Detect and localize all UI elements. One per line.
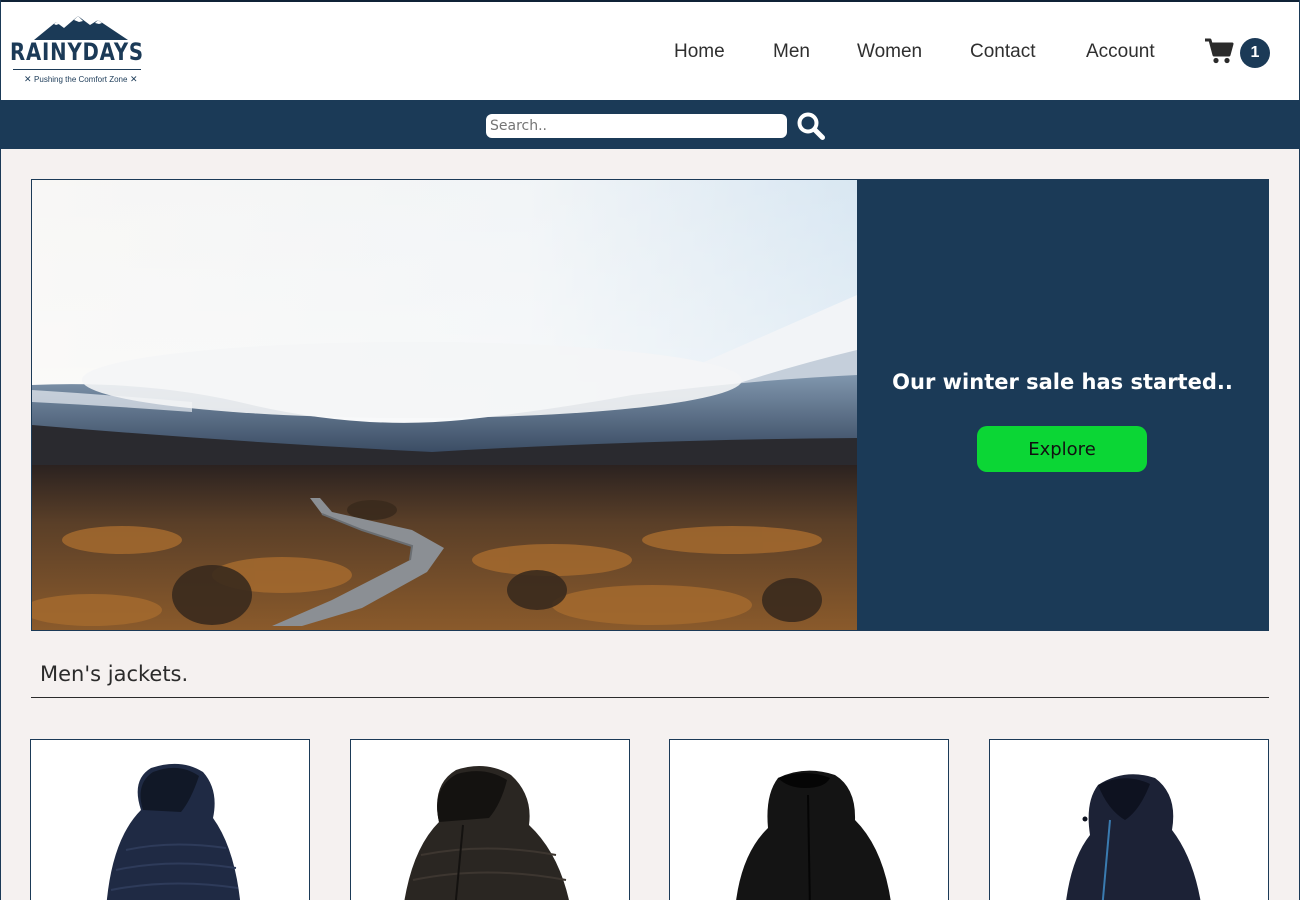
cart-count-badge: 1 bbox=[1240, 38, 1270, 68]
brand-name: RAINYDAYS bbox=[10, 38, 144, 66]
nav-account[interactable]: Account bbox=[1086, 41, 1155, 63]
product-grid bbox=[0, 739, 1300, 900]
product-card[interactable] bbox=[989, 739, 1269, 900]
jacket-image bbox=[404, 766, 569, 900]
jacket-image bbox=[1066, 774, 1201, 900]
search-input[interactable] bbox=[486, 114, 787, 138]
hero-title: Our winter sale has started.. bbox=[892, 370, 1233, 394]
x-mark-icon: ✕ bbox=[127, 74, 138, 84]
section-title: Men's jackets. bbox=[40, 662, 189, 686]
brand-tagline: ✕ Pushing the Comfort Zone ✕ bbox=[24, 74, 137, 85]
jacket-image bbox=[736, 770, 891, 900]
section-divider bbox=[31, 697, 1269, 698]
jacket-image bbox=[106, 763, 240, 900]
cart-button[interactable]: 1 bbox=[1204, 37, 1274, 71]
product-card[interactable] bbox=[350, 739, 630, 900]
hero-image bbox=[32, 180, 857, 630]
nav-home[interactable]: Home bbox=[674, 41, 725, 63]
logo-divider bbox=[13, 69, 141, 70]
mountain-logo-icon bbox=[34, 16, 128, 40]
magnifier-icon[interactable] bbox=[796, 111, 826, 141]
shopping-cart-icon bbox=[1205, 38, 1234, 64]
explore-button[interactable]: Explore bbox=[977, 426, 1147, 472]
site-header: RAINYDAYS ✕ Pushing the Comfort Zone ✕ H… bbox=[0, 0, 1300, 100]
nav-men[interactable]: Men bbox=[773, 41, 810, 63]
search-bar bbox=[0, 100, 1300, 149]
brand-tagline-text: Pushing the Comfort Zone bbox=[34, 75, 128, 84]
nav-contact[interactable]: Contact bbox=[970, 41, 1035, 63]
landscape-photo bbox=[32, 180, 857, 630]
product-card[interactable] bbox=[30, 739, 310, 900]
product-card[interactable] bbox=[669, 739, 949, 900]
brand-logo[interactable]: RAINYDAYS ✕ Pushing the Comfort Zone ✕ bbox=[10, 14, 146, 88]
hero-banner: Our winter sale has started.. Explore bbox=[31, 179, 1269, 631]
hero-promo-panel: Our winter sale has started.. Explore bbox=[857, 180, 1268, 630]
nav-women[interactable]: Women bbox=[857, 41, 922, 63]
x-mark-icon: ✕ bbox=[24, 74, 35, 84]
